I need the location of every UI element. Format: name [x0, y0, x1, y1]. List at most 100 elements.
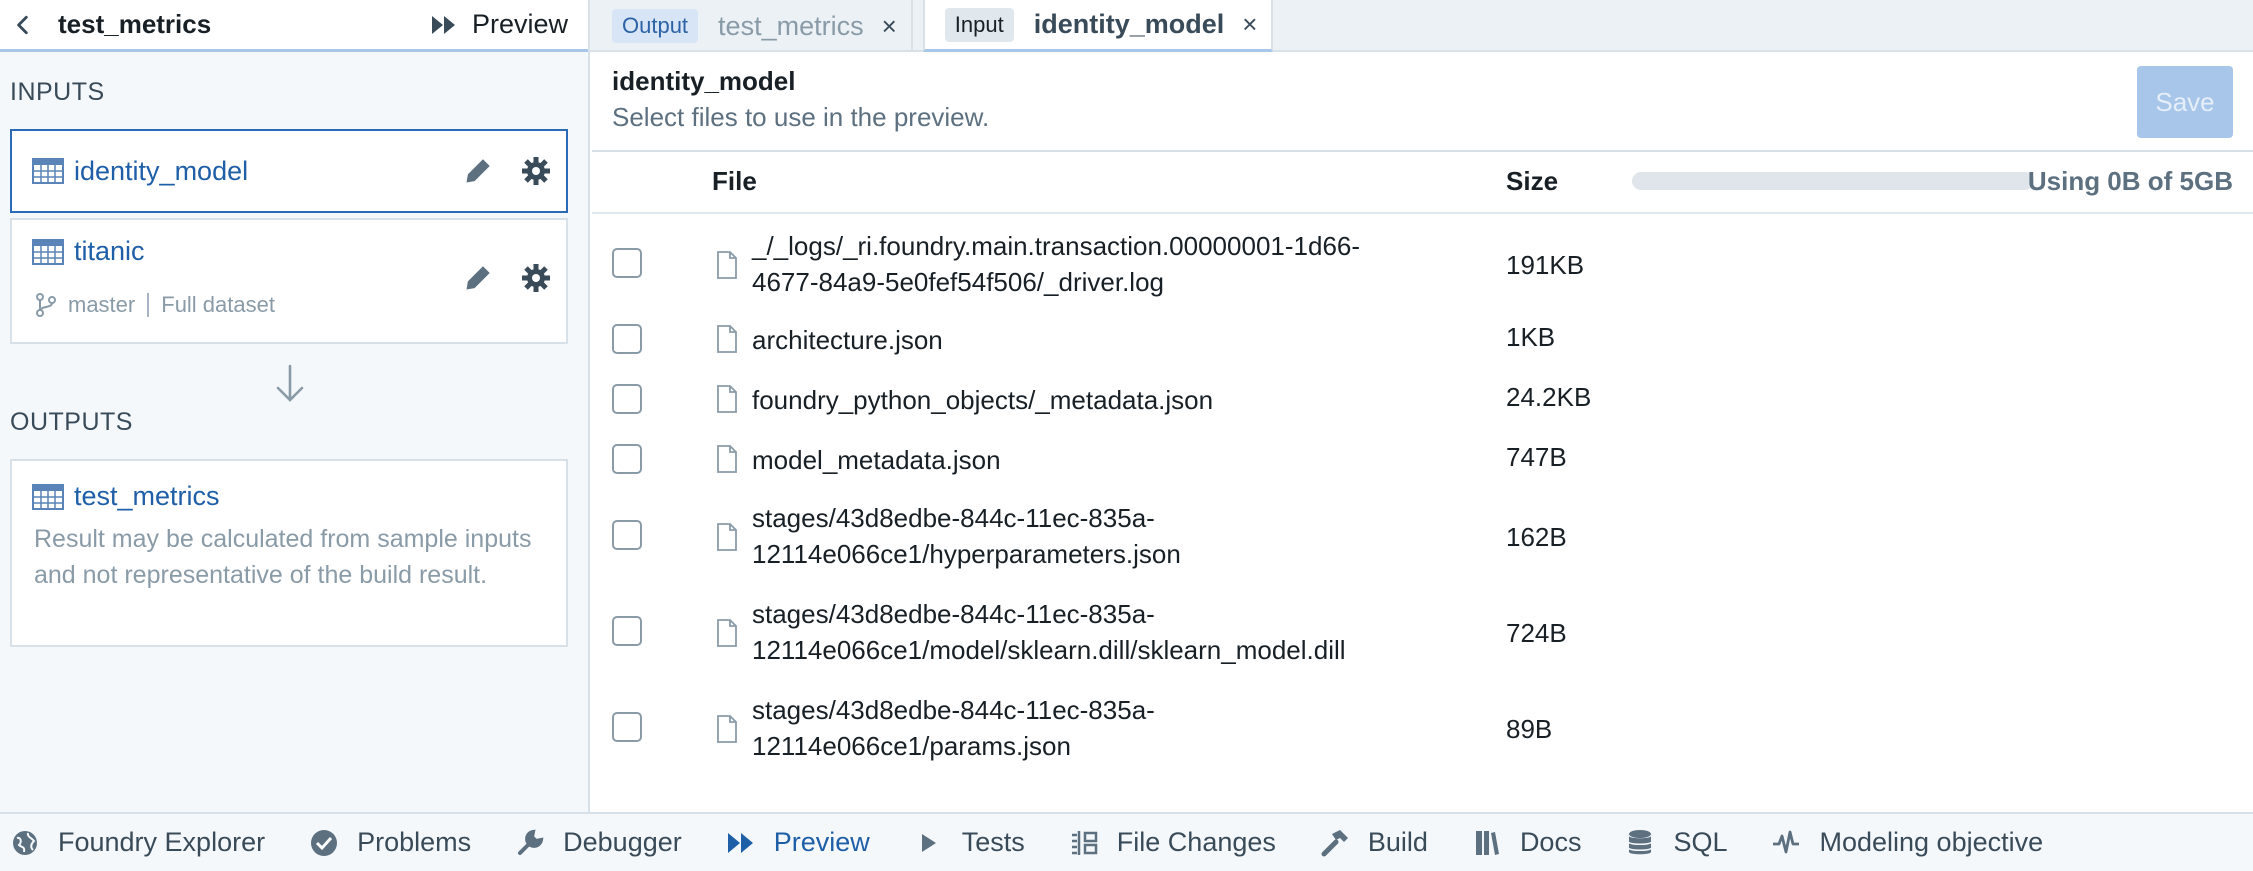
panel-title: test_metrics: [58, 9, 212, 39]
wrench-icon: [515, 828, 545, 858]
left-header: test_metrics Preview: [0, 0, 588, 52]
sql-tab[interactable]: SQL: [1625, 827, 1727, 858]
pencil-icon[interactable]: [464, 264, 492, 292]
file-checkbox[interactable]: [612, 616, 642, 646]
file-size: 24.2KB: [1506, 382, 1592, 412]
preview-button-label: Preview: [471, 9, 568, 39]
file-checkbox[interactable]: [612, 444, 642, 474]
table-row[interactable]: _/_logs/_ri.foundry.main.transaction.000…: [592, 222, 2253, 308]
table-row[interactable]: foundry_python_objects/_metadata.json 24…: [592, 376, 2253, 424]
book-icon: [1472, 828, 1502, 858]
preview-button[interactable]: Preview: [430, 9, 568, 40]
modeling-objective-tab[interactable]: Modeling objective: [1771, 827, 2043, 858]
play-icon: [914, 828, 944, 858]
globe-icon: [10, 828, 40, 858]
git-branch-icon: [36, 293, 56, 317]
chevron-left-icon[interactable]: [12, 14, 34, 36]
branch-meta: master Full dataset: [34, 292, 275, 318]
document-icon: [717, 385, 737, 413]
table-icon: [32, 483, 64, 510]
file-name: stages/43d8edbe-844c-11ec-835a-12114e066…: [752, 599, 1346, 665]
file-checkbox[interactable]: [612, 384, 642, 414]
document-icon: [717, 445, 737, 473]
bottom-item-label: Foundry Explorer: [58, 827, 266, 857]
column-header-size: Size: [1506, 166, 1559, 196]
dataset-subtitle: Select files to use in the preview.: [612, 102, 990, 132]
left-panel: test_metrics Preview INPUTS identity_mod…: [0, 0, 590, 812]
divider: [592, 212, 2253, 214]
bottom-item-label: Docs: [1519, 827, 1582, 857]
divider: [592, 150, 2253, 152]
file-size: 191KB: [1506, 250, 1585, 280]
output-description: Result may be calculated from sample inp…: [34, 525, 532, 589]
tests-tab[interactable]: Tests: [914, 827, 1025, 858]
dataset-title: identity_model: [612, 66, 796, 96]
bottom-item-label: File Changes: [1116, 827, 1276, 857]
table-row[interactable]: stages/43d8edbe-844c-11ec-835a-12114e066…: [592, 590, 2253, 676]
close-icon[interactable]: ×: [1242, 9, 1257, 40]
input-name[interactable]: identity_model: [74, 156, 464, 187]
bottom-item-label: Tests: [961, 827, 1025, 857]
table-row[interactable]: model_metadata.json 747B: [592, 436, 2253, 484]
file-name: _/_logs/_ri.foundry.main.transaction.000…: [752, 231, 1361, 297]
outputs-label: OUTPUTS: [10, 408, 133, 436]
docs-tab[interactable]: Docs: [1472, 827, 1582, 858]
bottom-item-label: Problems: [357, 827, 472, 857]
file-checkbox[interactable]: [612, 248, 642, 278]
bottom-item-label: Preview: [773, 827, 870, 857]
document-icon: [717, 715, 737, 743]
tab-label: identity_model: [1033, 9, 1225, 39]
table-row[interactable]: stages/43d8edbe-844c-11ec-835a-12114e066…: [592, 686, 2253, 772]
storage-usage-bar: [1632, 172, 2034, 190]
document-icon: [717, 619, 737, 647]
file-changes-tab[interactable]: File Changes: [1069, 827, 1276, 858]
output-card-test-metrics[interactable]: test_metrics Result may be calculated fr…: [10, 459, 568, 647]
storage-usage-text: Using 0B of 5GB: [2027, 166, 2233, 196]
gear-icon[interactable]: [520, 262, 552, 294]
foundry-explorer-tab[interactable]: Foundry Explorer: [10, 827, 265, 858]
file-checkbox[interactable]: [612, 324, 642, 354]
file-checkbox[interactable]: [612, 712, 642, 742]
tab-label: test_metrics: [718, 10, 864, 41]
fast-forward-icon: [726, 828, 756, 858]
build-tab[interactable]: Build: [1320, 827, 1428, 858]
file-size: 724B: [1506, 618, 1567, 648]
check-circle-icon: [309, 828, 339, 858]
file-name: stages/43d8edbe-844c-11ec-835a-12114e066…: [752, 503, 1181, 569]
file-size: 89B: [1506, 714, 1553, 744]
debugger-tab[interactable]: Debugger: [515, 827, 682, 858]
close-icon[interactable]: ×: [882, 11, 897, 42]
file-size: 1KB: [1506, 322, 1556, 352]
tab-bar: Output test_metrics × Input identity_mod…: [590, 0, 2253, 52]
hammer-icon: [1320, 828, 1350, 858]
file-name: foundry_python_objects/_metadata.json: [752, 385, 1214, 415]
preview-tab[interactable]: Preview: [726, 827, 870, 858]
bottom-item-label: Debugger: [563, 827, 682, 857]
file-name: stages/43d8edbe-844c-11ec-835a-12114e066…: [752, 695, 1155, 761]
bottom-toolbar: Foundry Explorer Problems Debugger Previ…: [0, 812, 2253, 871]
file-checkbox[interactable]: [612, 520, 642, 550]
table-row[interactable]: stages/43d8edbe-844c-11ec-835a-12114e066…: [592, 494, 2253, 580]
pencil-icon[interactable]: [464, 157, 492, 185]
bottom-item-label: Build: [1367, 827, 1428, 857]
dataset-mode: Full dataset: [161, 292, 275, 317]
input-tag: Input: [944, 7, 1014, 42]
save-button[interactable]: Save: [2137, 66, 2233, 138]
input-card-identity-model[interactable]: identity_model: [10, 129, 568, 213]
table-row[interactable]: architecture.json 1KB: [592, 316, 2253, 364]
input-card-titanic[interactable]: titanic master Full dataset: [10, 218, 568, 344]
tab-input-identity-model[interactable]: Input identity_model ×: [922, 0, 1274, 52]
document-icon: [717, 325, 737, 353]
diff-icon: [1069, 828, 1099, 858]
document-icon: [717, 251, 737, 279]
file-size: 162B: [1506, 522, 1567, 552]
bottom-item-label: SQL: [1673, 827, 1728, 857]
gear-icon[interactable]: [520, 155, 552, 187]
pulse-icon: [1771, 828, 1801, 858]
output-name[interactable]: test_metrics: [74, 481, 552, 512]
tab-output-test-metrics[interactable]: Output test_metrics ×: [590, 0, 913, 52]
document-icon: [717, 523, 737, 551]
meta-separator: [147, 293, 150, 317]
problems-tab[interactable]: Problems: [309, 827, 471, 858]
bottom-item-label: Modeling objective: [1819, 827, 2044, 857]
